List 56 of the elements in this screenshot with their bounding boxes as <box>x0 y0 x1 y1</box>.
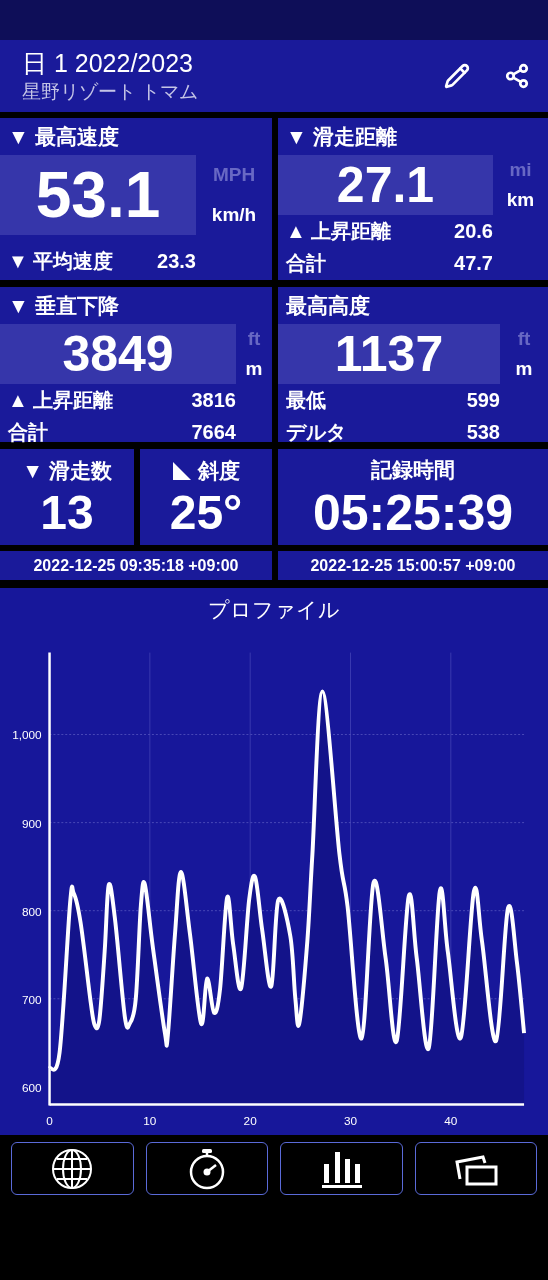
x-tick-label: 30 <box>343 1114 358 1129</box>
info-value: 47.7 <box>454 251 493 275</box>
info-label: 最低 <box>286 387 326 413</box>
tile-title: 斜度 <box>198 458 240 484</box>
info-label: ▼ 平均速度 <box>8 248 114 274</box>
unit-option[interactable]: km <box>506 189 535 211</box>
tile-value: 13 <box>40 489 94 537</box>
y-tick-label: 700 <box>22 992 42 1007</box>
info-value: 3816 <box>191 388 236 412</box>
info-value: 599 <box>466 388 500 412</box>
nav-button[interactable] <box>11 1142 134 1195</box>
stat-title: 最高高度 <box>285 292 371 319</box>
share-icon[interactable] <box>504 63 530 89</box>
tile-title: 記録時間 <box>371 457 455 483</box>
stat-value: 27.1 <box>278 155 493 215</box>
y-tick-label: 900 <box>22 816 42 831</box>
tile-value: 05:25:39 <box>312 488 514 538</box>
stat-value: 53.1 <box>0 155 196 235</box>
timestamp: 2022-12-25 15:00:57 +09:00 <box>278 551 548 580</box>
timestamp: 2022-12-25 09:35:18 +09:00 <box>0 551 272 580</box>
stat-title: ▼ 滑走距離 <box>285 123 398 150</box>
info-label: ▲ 上昇距離 <box>286 218 392 244</box>
nav-button[interactable] <box>145 1142 268 1195</box>
day-title: 日 1 2022/2023 <box>22 48 194 78</box>
y-tick-label: 1,000 <box>12 728 42 743</box>
nav-button[interactable] <box>414 1142 537 1195</box>
tile-title: ▼ 滑走数 <box>22 458 112 484</box>
stat-value: 1137 <box>278 324 500 384</box>
unit-option[interactable]: m <box>245 358 263 380</box>
stat-title: ▼ 垂直下降 <box>7 292 120 319</box>
info-label: 合計 <box>286 250 326 276</box>
x-tick-label: 0 <box>46 1114 53 1129</box>
info-value: 7664 <box>191 420 236 444</box>
info-value: 538 <box>466 420 500 444</box>
chart-title: プロファイル <box>207 597 341 623</box>
y-tick-label: 800 <box>22 904 42 919</box>
info-label: ▲ 上昇距離 <box>8 387 114 413</box>
stopwatch-icon <box>187 1147 226 1190</box>
edit-icon[interactable] <box>444 63 470 89</box>
nav-button[interactable] <box>280 1142 403 1195</box>
info-value: 23.3 <box>157 249 196 273</box>
tile-value: 25° <box>169 489 243 537</box>
x-tick-label: 40 <box>444 1114 458 1129</box>
globe-icon <box>51 1147 94 1190</box>
resort-name: 星野リゾート トマム <box>22 80 199 104</box>
slope-icon <box>172 461 192 481</box>
y-tick-label: 600 <box>22 1080 42 1095</box>
unit-option[interactable]: km/h <box>211 204 257 226</box>
unit-option[interactable]: m <box>515 358 533 380</box>
stat-title: ▼ 最高速度 <box>7 123 120 150</box>
x-tick-label: 20 <box>243 1114 257 1129</box>
stat-value: 3849 <box>0 324 236 384</box>
info-value: 20.6 <box>454 219 493 243</box>
info-label: 合計 <box>8 419 48 445</box>
info-label: デルタ <box>286 419 346 445</box>
x-tick-label: 10 <box>143 1114 157 1129</box>
